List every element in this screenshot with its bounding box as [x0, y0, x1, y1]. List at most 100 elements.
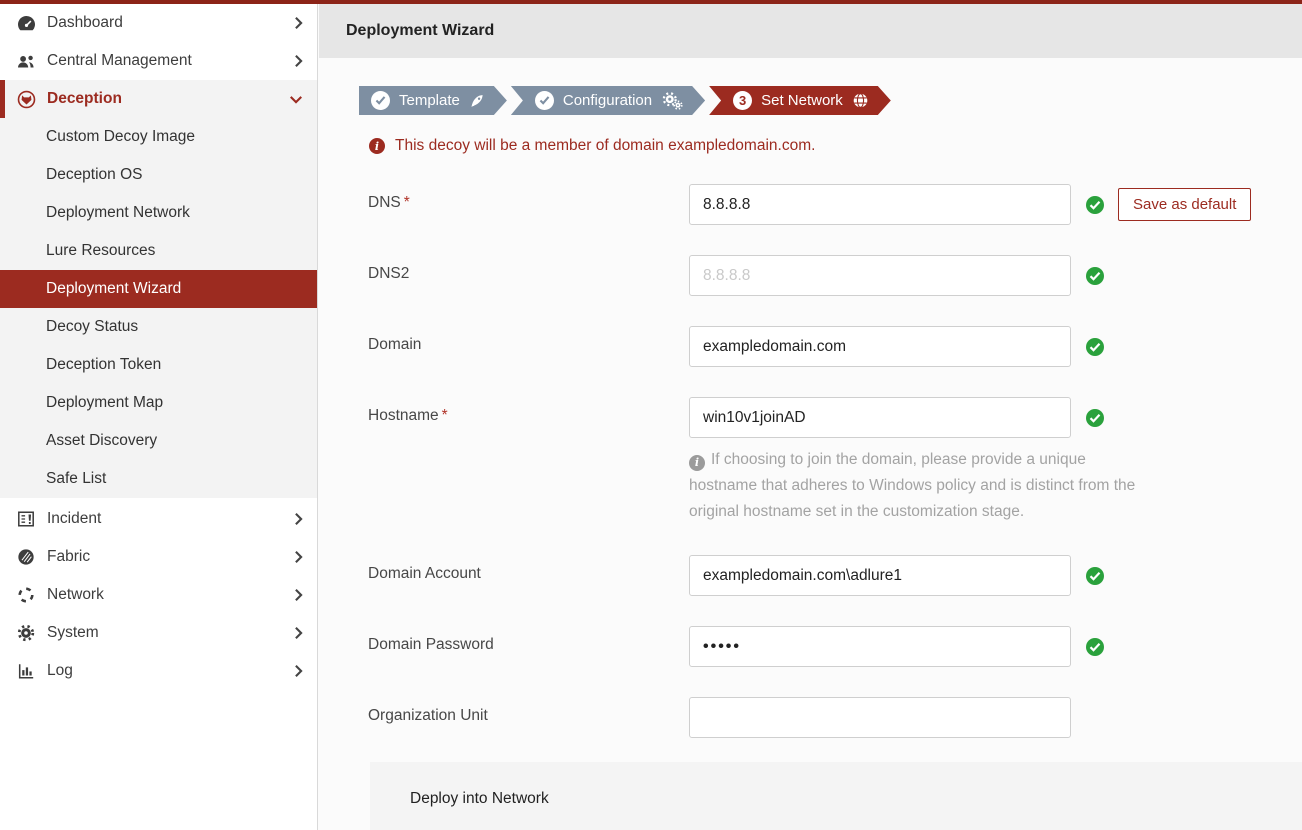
form-row-domain: Domain — [355, 326, 1302, 367]
form-row-domain-password: Domain Password — [355, 626, 1302, 667]
check-circle-icon — [371, 91, 390, 110]
info-icon: i — [689, 455, 705, 471]
step-template[interactable]: Template — [359, 86, 507, 115]
step-label: Template — [399, 92, 460, 109]
section-title: Deploy into Network — [410, 790, 549, 807]
users-icon — [14, 53, 38, 70]
sidebar-item-incident[interactable]: Incident — [0, 500, 317, 538]
chevron-right-icon — [294, 54, 303, 68]
banner-text: This decoy will be a member of domain ex… — [395, 137, 815, 155]
hostname-input[interactable] — [689, 397, 1071, 438]
sidebar-item-lure-resources[interactable]: Lure Resources — [0, 232, 317, 270]
step-label: Configuration — [563, 92, 652, 109]
incident-icon — [14, 510, 38, 528]
field-label: Domain Password — [368, 636, 494, 653]
sidebar-item-network[interactable]: Network — [0, 576, 317, 614]
field-label: DNS — [368, 194, 401, 211]
field-label: Hostname — [368, 407, 439, 424]
content-area: Template Configuration 3 Set Network — [319, 58, 1302, 830]
top-accent-strip — [0, 0, 1302, 4]
required-asterisk: * — [404, 194, 410, 211]
fabric-icon — [14, 548, 38, 566]
form-row-dns: DNS* Save as default — [355, 184, 1302, 225]
valid-check-icon — [1085, 566, 1105, 586]
chevron-right-icon — [294, 626, 303, 640]
gear-icon — [14, 624, 38, 642]
sidebar-item-deployment-map[interactable]: Deployment Map — [0, 384, 317, 422]
valid-check-icon — [1085, 266, 1105, 286]
globe-icon — [852, 92, 869, 109]
sidebar-item-label: Dashboard — [47, 14, 294, 32]
valid-check-icon — [1085, 337, 1105, 357]
sidebar-item-label: Log — [47, 662, 294, 680]
network-icon — [14, 586, 38, 604]
check-circle-icon — [535, 91, 554, 110]
form-row-dns2: DNS2 — [355, 255, 1302, 296]
valid-check-icon — [1085, 195, 1105, 215]
field-label: Domain — [368, 336, 421, 353]
chevron-right-icon — [294, 16, 303, 30]
field-label: DNS2 — [368, 265, 409, 282]
domain-account-input[interactable] — [689, 555, 1071, 596]
sidebar-item-custom-decoy-image[interactable]: Custom Decoy Image — [0, 118, 317, 156]
chevron-down-icon — [289, 95, 303, 104]
deploy-into-network-section: Deploy into Network — [370, 762, 1302, 830]
network-form: DNS* Save as default DNS2 Doma — [355, 184, 1302, 738]
sidebar-item-log[interactable]: Log — [0, 652, 317, 690]
domain-password-input[interactable] — [689, 626, 1071, 667]
domain-info-banner: i This decoy will be a member of domain … — [369, 137, 1302, 155]
sidebar-item-deception-os[interactable]: Deception OS — [0, 156, 317, 194]
chevron-right-icon — [294, 588, 303, 602]
sidebar-deception-group: Deception Custom Decoy Image Deception O… — [0, 80, 317, 498]
dns-input[interactable] — [689, 184, 1071, 225]
dns2-input[interactable] — [689, 255, 1071, 296]
field-label: Organization Unit — [368, 707, 488, 724]
sidebar-item-deception[interactable]: Deception — [0, 80, 317, 118]
sidebar-item-safe-list[interactable]: Safe List — [0, 460, 317, 498]
sidebar-item-label: Deception — [47, 90, 289, 108]
sidebar-item-deployment-network[interactable]: Deployment Network — [0, 194, 317, 232]
page-header: Deployment Wizard — [319, 4, 1302, 58]
domain-input[interactable] — [689, 326, 1071, 367]
organization-unit-input[interactable] — [689, 697, 1071, 738]
save-as-default-button[interactable]: Save as default — [1118, 188, 1251, 221]
valid-check-icon — [1085, 408, 1105, 428]
sidebar-item-label: Incident — [47, 510, 294, 528]
decoy-icon — [14, 90, 38, 109]
sidebar: Dashboard Central Management Deception C… — [0, 4, 318, 830]
gears-icon — [661, 92, 683, 110]
valid-check-icon — [1085, 637, 1105, 657]
bar-chart-icon — [14, 662, 38, 680]
wizard-steps: Template Configuration 3 Set Network — [359, 86, 1302, 115]
field-label: Domain Account — [368, 565, 481, 582]
sidebar-item-dashboard[interactable]: Dashboard — [0, 4, 317, 42]
sidebar-item-system[interactable]: System — [0, 614, 317, 652]
rocket-icon — [469, 93, 485, 109]
main-panel: Deployment Wizard Template Configuration — [319, 4, 1302, 830]
step-set-network[interactable]: 3 Set Network — [709, 86, 891, 115]
sidebar-item-deployment-wizard[interactable]: Deployment Wizard — [0, 270, 317, 308]
sidebar-item-label: Network — [47, 586, 294, 604]
sidebar-item-asset-discovery[interactable]: Asset Discovery — [0, 422, 317, 460]
form-row-organization-unit: Organization Unit — [355, 697, 1302, 738]
step-label: Set Network — [761, 92, 843, 109]
sidebar-item-deception-token[interactable]: Deception Token — [0, 346, 317, 384]
chevron-right-icon — [294, 664, 303, 678]
gauge-icon — [14, 15, 38, 32]
chevron-right-icon — [294, 550, 303, 564]
sidebar-item-label: Fabric — [47, 548, 294, 566]
form-row-hostname: Hostname* iIf choosing to join the domai… — [355, 397, 1302, 525]
sidebar-item-label: System — [47, 624, 294, 642]
step-number-badge: 3 — [733, 91, 752, 110]
sidebar-item-fabric[interactable]: Fabric — [0, 538, 317, 576]
sidebar-item-label: Central Management — [47, 52, 294, 70]
chevron-right-icon — [294, 512, 303, 526]
step-configuration[interactable]: Configuration — [511, 86, 705, 115]
form-row-domain-account: Domain Account — [355, 555, 1302, 596]
required-asterisk: * — [442, 407, 448, 424]
info-icon: i — [369, 138, 385, 154]
hostname-note: iIf choosing to join the domain, please … — [689, 447, 1136, 525]
sidebar-item-central-management[interactable]: Central Management — [0, 42, 317, 80]
sidebar-item-decoy-status[interactable]: Decoy Status — [0, 308, 317, 346]
page-title: Deployment Wizard — [346, 22, 494, 40]
